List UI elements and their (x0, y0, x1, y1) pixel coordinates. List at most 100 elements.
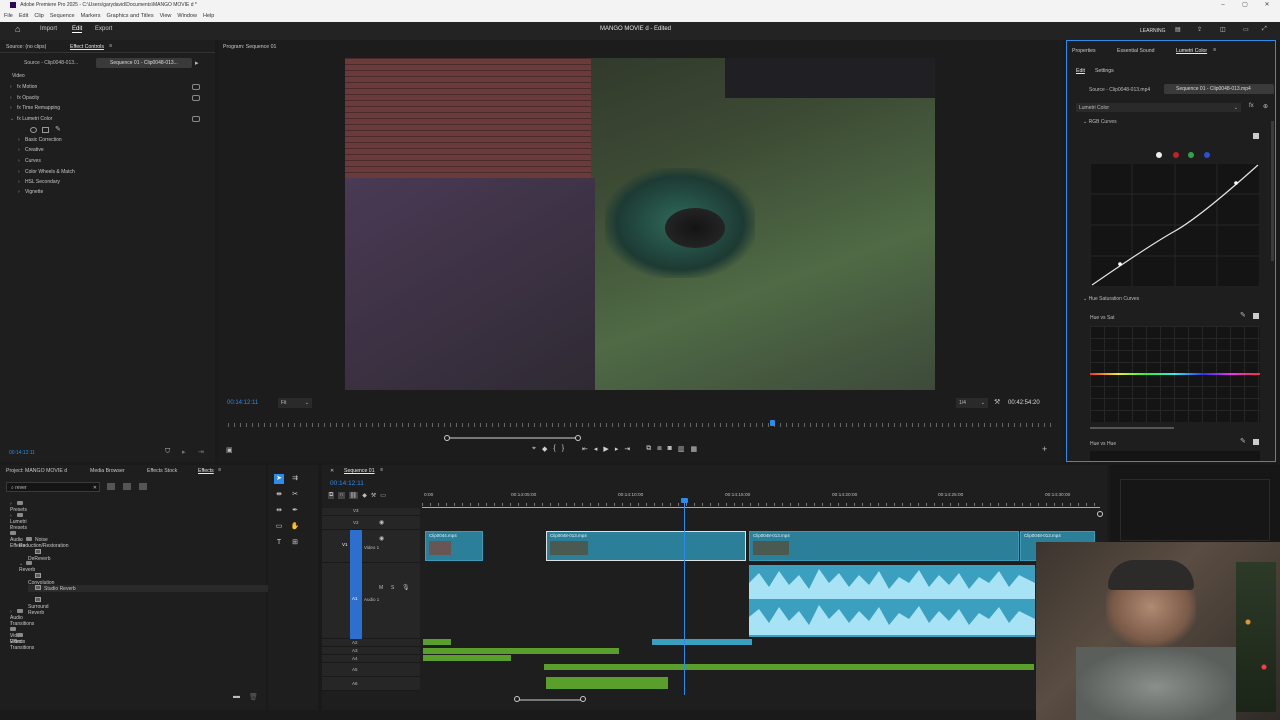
effect-dropdown[interactable]: Lumetri Color ⌄ (1076, 103, 1241, 112)
fx-settings-icon[interactable]: ▸ (195, 59, 199, 67)
audio-clip-a5[interactable] (544, 664, 1034, 670)
fullscreen-icon[interactable]: ⤢ (1262, 26, 1267, 33)
yuv-effects-icon[interactable] (139, 483, 147, 490)
vertical-scroll-handle[interactable] (1097, 511, 1103, 517)
timeline-timecode[interactable]: 00:14:12:11 (330, 480, 364, 487)
lumetri-hsl-secondary[interactable]: › HSL Secondary (18, 179, 60, 185)
slip-tool-icon[interactable]: ⇹ (274, 506, 284, 516)
green-channel-swatch[interactable] (1188, 152, 1194, 158)
effects-search-input[interactable]: ⌕ rever ✕ (6, 482, 100, 492)
camera-icon[interactable]: ◙ (668, 445, 672, 453)
effects-tree-item[interactable]: Studio Reverb (28, 585, 268, 592)
notification-icon[interactable]: ◫ (1220, 26, 1226, 33)
audio-clip[interactable] (749, 565, 1035, 637)
tab-essential-sound[interactable]: Essential Sound (1117, 48, 1155, 54)
eye-icon[interactable]: ◉ (379, 535, 384, 542)
effect-opacity[interactable]: › fx Opacity (10, 95, 200, 101)
menu-window[interactable]: Window (177, 10, 197, 22)
lumetri-creative[interactable]: › Creative (18, 147, 44, 153)
effects-tree-item[interactable]: ›Video Transitions (10, 633, 34, 651)
program-timecode[interactable]: 00:14:12:11 (227, 400, 258, 406)
white-channel-swatch[interactable] (1156, 152, 1162, 158)
lumetri-curves[interactable]: › Curves (18, 158, 41, 164)
caption-tool-icon[interactable]: ⊞ (290, 538, 300, 548)
scroll-handle-right[interactable] (580, 696, 586, 702)
settings-icon[interactable]: ▣ (226, 446, 233, 454)
hue-vs-hue-graph[interactable] (1090, 451, 1260, 461)
clear-icon[interactable]: ✕ (93, 485, 97, 491)
fx-icon[interactable]: fx (1249, 103, 1254, 109)
track-v2-header[interactable]: V2 ◉ (322, 516, 420, 530)
track-a2-header[interactable]: A2 (322, 639, 420, 647)
hue-sat-curves-header[interactable]: ⌄ Hue Saturation Curves (1083, 296, 1139, 302)
track-select-tool-icon[interactable]: ⇉ (290, 474, 300, 484)
panel-menu-icon[interactable]: ≡ (109, 43, 112, 49)
add-button-icon[interactable]: + (1042, 444, 1047, 454)
lumetri-source-clip[interactable]: Source - Clip0048-013.mp4 (1089, 87, 1150, 93)
minimize-icon[interactable]: – (1212, 0, 1234, 10)
lumetri-seq-clip[interactable]: Sequence 01 - Clip0048-013.mp4 (1164, 84, 1274, 94)
audio-clip-a2[interactable] (423, 639, 451, 645)
add-marker-icon[interactable]: ◆ (542, 445, 547, 453)
rgb-curves-header[interactable]: ⌄ RGB Curves (1083, 119, 1117, 125)
effect-time-remapping[interactable]: › fx Time Remapping (10, 105, 200, 111)
sequence-clip-selector[interactable]: Sequence 01 - Clip0048-013... (96, 58, 192, 68)
video-frame[interactable] (345, 58, 935, 390)
lumetri-color-wheels[interactable]: › Color Wheels & Match (18, 169, 75, 175)
playhead-handle[interactable] (681, 498, 688, 503)
razor-tool-icon[interactable]: ✂ (290, 490, 300, 500)
tab-media-browser[interactable]: Media Browser (90, 468, 125, 474)
insert-icon[interactable]: ⧉ (646, 445, 651, 453)
wrench-icon[interactable]: ⚒ (994, 398, 1000, 406)
snap-icon[interactable]: ∩ (338, 492, 345, 499)
close-sequence-icon[interactable]: ✕ (330, 468, 334, 474)
reset-icon[interactable] (192, 116, 200, 122)
new-folder-icon[interactable]: ▬ (233, 693, 240, 700)
resolution-dropdown[interactable]: 1/4 ⌄ (956, 398, 988, 408)
enable-checkbox[interactable] (1253, 439, 1259, 445)
compare-icon[interactable]: ▥ (678, 445, 685, 453)
playhead-line[interactable] (684, 499, 685, 695)
tab-import[interactable]: Import (40, 26, 57, 32)
effect-lumetri-color[interactable]: ⌄ fx Lumetri Color (10, 116, 200, 122)
share-icon[interactable]: ⇪ (1197, 26, 1202, 33)
zoom-handle-right[interactable] (575, 435, 581, 441)
program-title[interactable]: Program: Sequence 01 (223, 44, 276, 50)
tab-properties[interactable]: Properties (1072, 48, 1096, 54)
audio-clip-a3[interactable] (423, 648, 619, 654)
marker-icon[interactable]: ⌖ (532, 445, 536, 453)
hue-range-slider[interactable] (1090, 427, 1174, 429)
audio-clip-a6[interactable] (546, 677, 668, 689)
delete-icon[interactable]: 🗑 (249, 693, 258, 701)
add-marker-icon[interactable]: ◆ (362, 492, 367, 499)
effect-controls-timecode[interactable]: 00:14:12:11 (9, 450, 35, 456)
menu-help[interactable]: Help (203, 10, 214, 22)
eye-icon[interactable]: ◉ (379, 519, 384, 526)
track-target-a1[interactable] (350, 563, 362, 639)
type-tool-icon[interactable]: T (274, 538, 284, 548)
effects-tree-item[interactable]: ⌄Reverb (19, 561, 35, 573)
red-channel-swatch[interactable] (1173, 152, 1179, 158)
menu-sequence[interactable]: Sequence (50, 10, 75, 22)
ellipse-mask-icon[interactable] (30, 127, 37, 133)
pen-tool-icon[interactable]: ✒ (290, 506, 300, 516)
subtab-edit[interactable]: Edit (1076, 68, 1085, 74)
tab-lumetri-color[interactable]: Lumetri Color (1176, 48, 1207, 54)
reset-icon[interactable] (192, 84, 200, 90)
monitor-playhead[interactable] (770, 420, 775, 426)
fit-dropdown[interactable]: Fit ⌄ (278, 398, 312, 408)
monitor-ruler[interactable] (228, 423, 1056, 427)
rectangle-tool-icon[interactable]: ▭ (274, 522, 284, 532)
zoom-scrollbar[interactable] (447, 437, 579, 439)
tab-edit[interactable]: Edit (72, 26, 83, 33)
panel-menu-icon[interactable]: ≡ (218, 467, 221, 473)
track-a4-header[interactable]: A4 (322, 655, 420, 663)
mic-icon[interactable]: 🎙 (402, 584, 410, 591)
track-a5-header[interactable]: A5 (322, 663, 420, 677)
tab-sequence[interactable]: Sequence 01 (344, 468, 375, 474)
track-target-v1[interactable] (350, 530, 362, 563)
accelerated-effects-icon[interactable] (107, 483, 115, 490)
tab-effects[interactable]: Effects (198, 468, 214, 474)
hue-line[interactable] (1090, 373, 1260, 375)
eyedropper-icon[interactable]: ✎ (1240, 311, 1246, 319)
